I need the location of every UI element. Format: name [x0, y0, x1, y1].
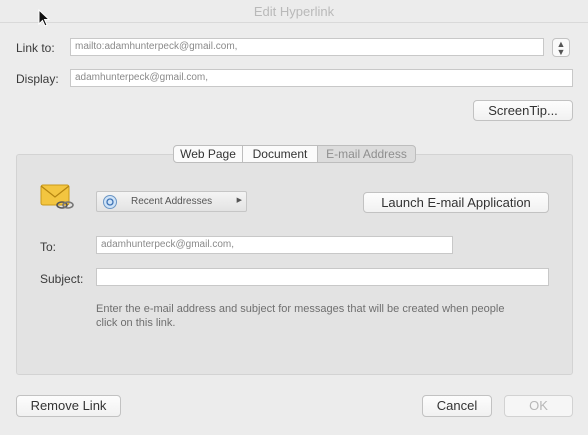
- mouse-pointer-icon: [38, 8, 51, 30]
- email-hint-line-1: Enter the e-mail address and subject for…: [96, 303, 505, 315]
- ok-button[interactable]: OK: [504, 395, 573, 417]
- recent-addresses-icon: [102, 194, 118, 213]
- email-hint-text: Enter the e-mail address and subject for…: [96, 302, 556, 330]
- screentip-button[interactable]: ScreenTip...: [473, 100, 573, 121]
- cancel-button[interactable]: Cancel: [422, 395, 492, 417]
- display-field[interactable]: adamhunterpeck@gmail.com,: [70, 69, 573, 87]
- link-to-stepper[interactable]: ▲ ▼: [552, 38, 570, 57]
- subject-label: Subject:: [40, 272, 84, 286]
- launch-email-application-button[interactable]: Launch E-mail Application: [363, 192, 549, 213]
- display-label: Display:: [16, 72, 59, 86]
- window-title: Edit Hyperlink: [253, 4, 335, 19]
- subject-field[interactable]: [96, 268, 549, 286]
- link-to-label: Link to:: [16, 41, 55, 55]
- tab-document[interactable]: Document: [242, 145, 318, 163]
- tab-web-page[interactable]: Web Page: [173, 145, 243, 163]
- to-label: To:: [40, 240, 57, 254]
- email-envelope-icon: [40, 183, 74, 214]
- recent-addresses-label: Recent Addresses: [131, 196, 213, 207]
- chevron-down-icon: ▼: [556, 47, 566, 57]
- recent-addresses-popup[interactable]: Recent Addresses ▶: [96, 191, 247, 212]
- email-hint-line-2: click on this link.: [96, 317, 176, 329]
- link-to-field[interactable]: mailto:adamhunterpeck@gmail.com,: [70, 38, 544, 56]
- remove-link-button[interactable]: Remove Link: [16, 395, 121, 417]
- tab-panel: [16, 154, 573, 375]
- to-field[interactable]: adamhunterpeck@gmail.com,: [96, 236, 453, 254]
- tab-email-address[interactable]: E-mail Address: [317, 145, 416, 163]
- chevron-right-icon: ▶: [236, 197, 242, 204]
